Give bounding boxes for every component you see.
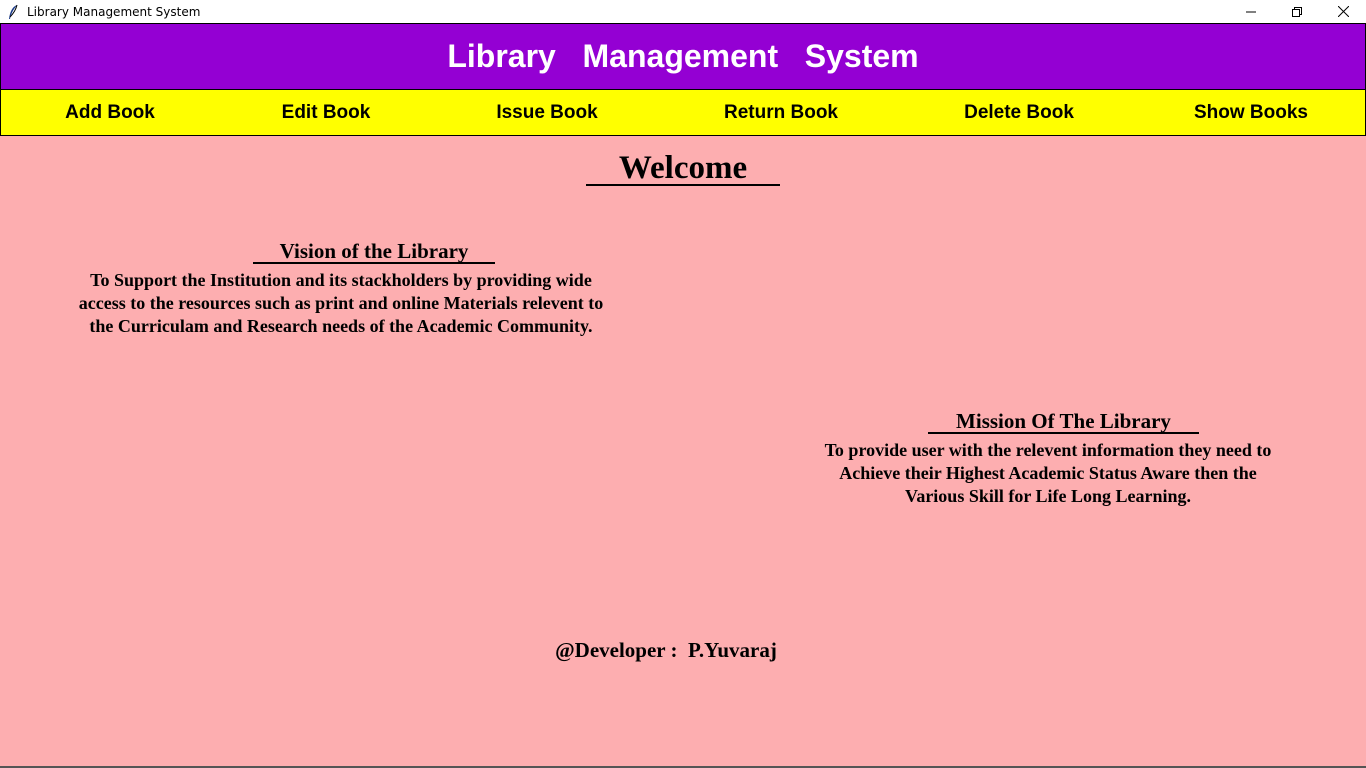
issue-book-button[interactable]: Issue Book <box>473 90 621 135</box>
mission-line: To provide user with the relevent inform… <box>824 440 1272 460</box>
mission-text: To provide user with the relevent inform… <box>790 439 1306 508</box>
vision-line: the Curriculam and Research needs of the… <box>89 316 593 336</box>
restore-icon[interactable] <box>1274 0 1320 23</box>
vision-text: To Support the Institution and its stack… <box>40 269 642 338</box>
window-controls <box>1228 0 1366 23</box>
window-title: Library Management System <box>27 4 201 19</box>
return-book-button[interactable]: Return Book <box>701 90 861 135</box>
mission-line: Achieve their Highest Academic Status Aw… <box>839 463 1257 483</box>
minimize-icon[interactable] <box>1228 0 1274 23</box>
mission-line: Various Skill for Life Long Learning. <box>904 486 1192 506</box>
vision-line: To Support the Institution and its stack… <box>90 270 592 290</box>
app-title: Library Management System <box>447 38 919 74</box>
close-icon[interactable] <box>1320 0 1366 23</box>
app-header: Library Management System <box>0 23 1366 90</box>
welcome-heading: Welcome <box>586 150 780 186</box>
mission-heading: Mission Of The Library <box>928 410 1199 434</box>
add-book-button[interactable]: Add Book <box>37 90 183 135</box>
vision-heading: Vision of the Library <box>253 240 495 264</box>
developer-credit: @Developer : P.Yuvaraj <box>555 638 777 662</box>
window-titlebar: Library Management System <box>0 0 1366 23</box>
menu-bar: Add Book Edit Book Issue Book Return Boo… <box>0 89 1366 136</box>
feather-icon <box>5 4 21 20</box>
delete-book-button[interactable]: Delete Book <box>941 90 1097 135</box>
edit-book-button[interactable]: Edit Book <box>253 90 399 135</box>
show-books-button[interactable]: Show Books <box>1171 90 1331 135</box>
vision-line: access to the resources such as print an… <box>78 293 604 313</box>
